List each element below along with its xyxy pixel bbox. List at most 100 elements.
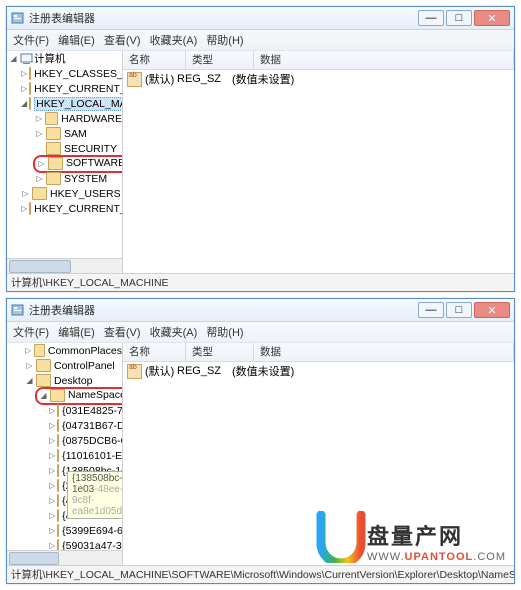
expand-icon[interactable]: ▷ bbox=[49, 526, 55, 535]
column-data[interactable]: 数据 bbox=[254, 51, 514, 69]
expand-icon[interactable]: ▷ bbox=[25, 346, 32, 355]
regedit-icon bbox=[11, 303, 25, 317]
expand-icon[interactable]: ▷ bbox=[21, 69, 27, 78]
tree-node[interactable]: SAM bbox=[64, 128, 87, 140]
collapse-icon[interactable]: ◢ bbox=[25, 376, 34, 385]
folder-icon bbox=[29, 202, 31, 215]
list-header[interactable]: 名称 类型 数据 bbox=[123, 51, 514, 70]
menu-view[interactable]: 查看(V) bbox=[104, 35, 141, 47]
tree-node[interactable]: HKEY_CURRENT_CONFIG bbox=[34, 203, 123, 215]
tree-node[interactable]: HKEY_CURRENT_USER bbox=[34, 83, 123, 95]
tree-node-selected[interactable]: HKEY_LOCAL_MACHINE bbox=[34, 97, 123, 111]
minimize-button[interactable]: — bbox=[418, 10, 444, 26]
expand-icon[interactable]: ▷ bbox=[37, 159, 46, 168]
tree-scrollbar[interactable] bbox=[7, 258, 122, 273]
menu-help[interactable]: 帮助(H) bbox=[206, 35, 243, 47]
minimize-button[interactable]: — bbox=[418, 302, 444, 318]
collapse-icon[interactable]: ◢ bbox=[9, 54, 18, 63]
menu-file[interactable]: 文件(F) bbox=[13, 35, 49, 47]
value-name: (默认) bbox=[145, 71, 174, 87]
folder-icon bbox=[50, 389, 65, 402]
maximize-button[interactable]: □ bbox=[446, 10, 472, 26]
expand-icon[interactable]: ▷ bbox=[49, 421, 55, 430]
menubar: 文件(F) 编辑(E) 查看(V) 收藏夹(A) 帮助(H) bbox=[7, 322, 514, 343]
column-name[interactable]: 名称 bbox=[123, 51, 186, 69]
tree-node-label: {5399E694-6CE5 bbox=[62, 525, 123, 537]
tree-node[interactable]: ▷ {5399E694-6CE5 bbox=[7, 523, 122, 538]
tree-node-label: {0875DCB6-C686 bbox=[62, 435, 123, 447]
value-type: REG_SZ bbox=[177, 73, 232, 85]
menu-favorites[interactable]: 收藏夹(A) bbox=[150, 35, 198, 47]
collapse-icon[interactable]: ◢ bbox=[39, 391, 48, 400]
expand-icon[interactable]: ▷ bbox=[21, 84, 27, 93]
list-pane[interactable]: 名称 类型 数据 (默认) REG_SZ (数值未设置) bbox=[123, 51, 514, 273]
tree-node[interactable]: ControlPanel bbox=[54, 360, 115, 372]
tree-node[interactable]: SECURITY bbox=[64, 143, 117, 155]
expand-icon[interactable]: ▷ bbox=[49, 511, 55, 520]
close-button[interactable]: ✕ bbox=[474, 302, 510, 318]
column-type[interactable]: 类型 bbox=[186, 51, 254, 69]
menu-edit[interactable]: 编辑(E) bbox=[58, 35, 95, 47]
folder-icon bbox=[45, 112, 58, 125]
titlebar[interactable]: 注册表编辑器 — □ ✕ bbox=[7, 299, 514, 322]
tree-pane[interactable]: ▷ CommonPlaces ▷ ControlPanel ◢ Desktop ◢ Na… bbox=[7, 343, 123, 565]
expand-icon[interactable]: ▷ bbox=[21, 189, 30, 198]
tree-node[interactable]: ▷{04731B67-D933 bbox=[7, 418, 122, 433]
folder-icon bbox=[57, 449, 59, 462]
list-pane[interactable]: 名称 类型 数据 (默认) REG_SZ (数值未设置) bbox=[123, 343, 514, 565]
column-name[interactable]: 名称 bbox=[123, 343, 186, 361]
list-header[interactable]: 名称 类型 数据 bbox=[123, 343, 514, 362]
titlebar[interactable]: 注册表编辑器 — □ ✕ bbox=[7, 7, 514, 30]
string-value-icon bbox=[127, 364, 142, 379]
folder-icon bbox=[57, 524, 59, 537]
expand-icon[interactable]: ▷ bbox=[49, 436, 55, 445]
tree-node-highlighted[interactable]: SOFTWARE bbox=[66, 157, 123, 169]
folder-icon bbox=[57, 464, 59, 477]
expand-icon[interactable]: ▷ bbox=[49, 451, 55, 460]
expand-icon[interactable]: ▷ bbox=[49, 481, 55, 490]
maximize-button[interactable]: □ bbox=[446, 302, 472, 318]
menu-file[interactable]: 文件(F) bbox=[13, 327, 49, 339]
folder-icon bbox=[29, 97, 31, 110]
menu-favorites[interactable]: 收藏夹(A) bbox=[150, 327, 198, 339]
column-data[interactable]: 数据 bbox=[254, 343, 514, 361]
tree-node[interactable]: CommonPlaces bbox=[48, 345, 122, 357]
expand-icon[interactable]: ▷ bbox=[35, 174, 44, 183]
regedit-icon bbox=[11, 11, 25, 25]
tree-scrollbar[interactable] bbox=[7, 550, 122, 565]
expand-icon[interactable]: ▷ bbox=[49, 466, 55, 475]
status-bar: 计算机\HKEY_LOCAL_MACHINE\SOFTWARE\Microsof… bbox=[7, 565, 514, 583]
tree-node[interactable]: HKEY_USERS bbox=[50, 188, 121, 200]
expand-icon[interactable]: ▷ bbox=[21, 204, 27, 213]
tree-node[interactable]: HKEY_CLASSES_ROOT bbox=[34, 68, 123, 80]
tree-pane[interactable]: ◢ 计算机 ▷ HKEY_CLASSES_ROOT ▷ HKEY_CURRENT_US… bbox=[7, 51, 123, 273]
menu-view[interactable]: 查看(V) bbox=[104, 327, 141, 339]
collapse-icon[interactable]: ◢ bbox=[21, 99, 27, 108]
list-row[interactable]: (默认) REG_SZ (数值未设置) bbox=[123, 362, 514, 380]
highlight-annotation: ▷ SOFTWARE bbox=[33, 155, 123, 173]
menu-help[interactable]: 帮助(H) bbox=[206, 327, 243, 339]
tree-node[interactable]: ▷ {0875DCB6-C686 bbox=[7, 433, 122, 448]
folder-icon bbox=[32, 187, 47, 200]
tree-root[interactable]: 计算机 bbox=[34, 51, 66, 66]
list-row[interactable]: (默认) REG_SZ (数值未设置) bbox=[123, 70, 514, 88]
expand-icon[interactable]: ▷ bbox=[49, 406, 55, 415]
menu-edit[interactable]: 编辑(E) bbox=[58, 327, 95, 339]
tree-node[interactable]: ▷{031E4825-7B94 bbox=[7, 403, 122, 418]
value-name: (默认) bbox=[145, 363, 174, 379]
value-data: (数值未设置) bbox=[232, 363, 514, 379]
tree-node[interactable]: HARDWARE bbox=[61, 113, 122, 125]
regedit-window-1: 注册表编辑器 — □ ✕ 文件(F) 编辑(E) 查看(V) 收藏夹(A) 帮助… bbox=[6, 6, 515, 292]
expand-icon[interactable]: ▷ bbox=[35, 114, 43, 123]
tree-node[interactable]: ▷{11016101-E366 bbox=[7, 448, 122, 463]
expand-icon[interactable]: ▷ bbox=[25, 361, 34, 370]
tree-node-highlighted[interactable]: NameSpace bbox=[68, 389, 123, 401]
expand-icon[interactable]: ▷ bbox=[35, 129, 44, 138]
column-type[interactable]: 类型 bbox=[186, 343, 254, 361]
tree-node[interactable]: Desktop bbox=[54, 375, 93, 387]
close-button[interactable]: ✕ bbox=[474, 10, 510, 26]
tree-node[interactable]: SYSTEM bbox=[64, 173, 107, 185]
expand-icon[interactable]: ▷ bbox=[49, 496, 55, 505]
value-data: (数值未设置) bbox=[232, 71, 514, 87]
regedit-window-2: 注册表编辑器 — □ ✕ 文件(F) 编辑(E) 查看(V) 收藏夹(A) 帮助… bbox=[6, 298, 515, 584]
